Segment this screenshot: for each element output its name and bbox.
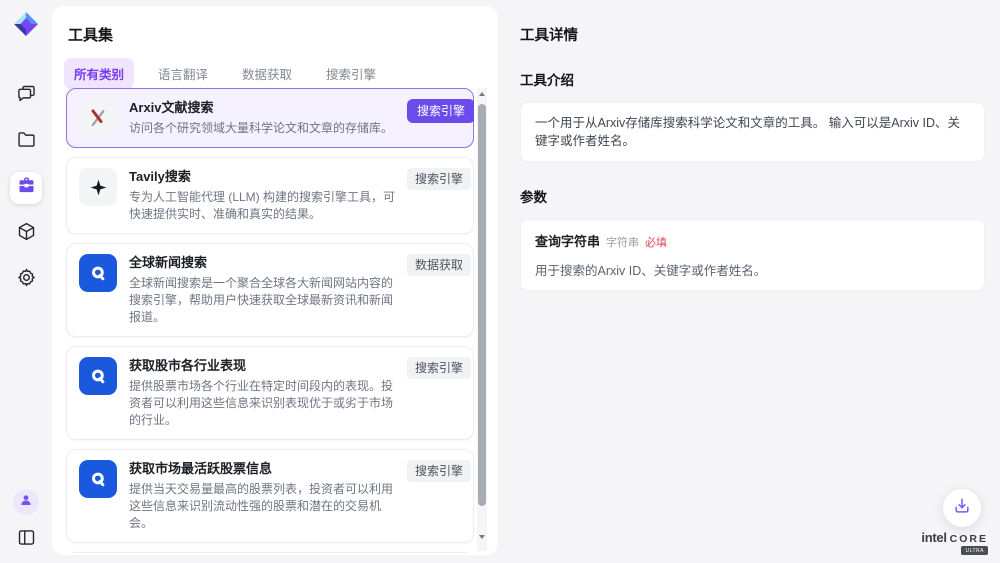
- tab-all[interactable]: 所有类别: [64, 58, 134, 89]
- tool-list: Arxiv文献搜索 访问各个研究领域大量科学论文和文章的存储库。 搜索引擎 已授…: [66, 88, 474, 553]
- news-search-icon: [79, 460, 117, 498]
- scrollbar-thumb[interactable]: [478, 104, 486, 506]
- download-icon: [952, 496, 972, 521]
- sidebar-bottom: [13, 489, 39, 553]
- param-description: 用于搜索的Arxiv ID、关键字或作者姓名。: [535, 260, 970, 279]
- panel-title: 工具集: [68, 24, 113, 45]
- tool-card[interactable]: 全球新闻搜索 全球新闻搜索是一个聚合全球各大新闻网站内容的搜索引擎，帮助用户快速…: [66, 243, 474, 337]
- tool-card[interactable]: 获取市场最活跃股票信息 提供当天交易量最高的股票列表，投资者可以利用这些信息来识…: [66, 449, 474, 543]
- sidebar-item-files[interactable]: [10, 126, 42, 158]
- download-button[interactable]: [943, 489, 981, 527]
- toolbox-icon: [16, 175, 37, 201]
- tool-description: 访问各个研究领域大量科学论文和文章的存储库。: [129, 120, 395, 137]
- tool-card[interactable]: 获取股市各行业表现 提供股票市场各个行业在特定时间段内的表现。投资者可以利用这些…: [66, 346, 474, 440]
- sidebar-nav: [10, 80, 42, 296]
- tool-name: 获取市场最活跃股票信息: [129, 460, 395, 478]
- folder-icon: [16, 129, 37, 155]
- scroll-down-button[interactable]: [477, 531, 487, 543]
- user-icon: [18, 492, 34, 513]
- tool-description: 专为人工智能代理 (LLM) 构建的搜索引擎工具，可快速提供实时、准确和真实的结…: [129, 189, 395, 223]
- news-search-icon: [79, 357, 117, 395]
- tool-category-badge: 搜索引擎: [407, 99, 474, 123]
- tool-name: 获取股市各行业表现: [129, 357, 395, 375]
- tool-card[interactable]: Tavily搜索 专为人工智能代理 (LLM) 构建的搜索引擎工具，可快速提供实…: [66, 157, 474, 234]
- sidebar: [0, 0, 52, 563]
- tool-list-panel: 工具集 所有类别语言翻译数据获取搜索引擎 Arxiv文献搜索 访问各个研究领域大…: [52, 6, 498, 555]
- tool-category-badge: 搜索引擎: [407, 357, 471, 379]
- core-wordmark: core: [950, 533, 988, 545]
- scrollbar[interactable]: [477, 88, 487, 551]
- sparkle-icon: [79, 168, 117, 206]
- category-tabs: 所有类别语言翻译数据获取搜索引擎: [64, 58, 386, 89]
- app-logo-icon: [12, 10, 40, 38]
- cube-icon: [16, 221, 37, 247]
- user-avatar[interactable]: [13, 489, 39, 515]
- triangle-up-icon: [479, 92, 485, 96]
- sidebar-item-tools[interactable]: [10, 172, 42, 204]
- tool-category-badge: 搜索引擎: [407, 460, 471, 482]
- tool-card[interactable]: Arxiv文献搜索 访问各个研究领域大量科学论文和文章的存储库。 搜索引擎 已授…: [66, 88, 474, 148]
- intel-wordmark: intel: [921, 530, 946, 545]
- panel-layout-icon: [16, 527, 37, 553]
- tab-translate[interactable]: 语言翻译: [148, 58, 218, 89]
- tool-name: Arxiv文献搜索: [129, 99, 395, 117]
- chat-icon: [16, 83, 37, 109]
- tool-category-badge: 搜索引擎: [407, 168, 471, 190]
- arxiv-icon: [79, 99, 117, 137]
- params-heading: 参数: [520, 186, 985, 206]
- tab-search[interactable]: 搜索引擎: [316, 58, 386, 89]
- intro-heading: 工具介绍: [520, 69, 985, 89]
- tool-description: 提供股票市场各个行业在特定时间段内的表现。投资者可以利用这些信息来识别表现优于或…: [129, 378, 395, 429]
- triangle-down-icon: [479, 535, 485, 539]
- news-search-icon: [79, 254, 117, 292]
- intro-text: 一个用于从Arxiv存储库搜索科学论文和文章的工具。 输入可以是Arxiv ID…: [535, 114, 970, 150]
- param-name: 查询字符串: [535, 234, 600, 249]
- param-card: 查询字符串字符串必填 用于搜索的Arxiv ID、关键字或作者姓名。: [520, 219, 985, 291]
- gear-icon: [16, 267, 37, 293]
- intro-card: 一个用于从Arxiv存储库搜索科学论文和文章的工具。 输入可以是Arxiv ID…: [520, 102, 985, 162]
- tool-name: Tavily搜索: [129, 168, 395, 186]
- tab-data[interactable]: 数据获取: [232, 58, 302, 89]
- tool-category-badge: 数据获取: [407, 254, 471, 276]
- detail-title: 工具详情: [520, 24, 985, 45]
- tool-description: 全球新闻搜索是一个聚合全球各大新闻网站内容的搜索引擎，帮助用户快速获取全球最新资…: [129, 275, 395, 326]
- ultra-badge: ULTRA: [961, 546, 988, 555]
- tool-description: 提供当天交易量最高的股票列表，投资者可以利用这些信息来识别流动性强的股票和潜在的…: [129, 481, 395, 532]
- sidebar-item-chat[interactable]: [10, 80, 42, 112]
- param-type: 字符串: [606, 237, 639, 249]
- sidebar-item-settings[interactable]: [10, 264, 42, 296]
- scroll-up-button[interactable]: [477, 88, 487, 100]
- tool-name: 全球新闻搜索: [129, 254, 395, 272]
- param-required-flag: 必填: [645, 237, 667, 249]
- toggle-panel-button[interactable]: [13, 527, 39, 553]
- tool-detail-panel: 工具详情 工具介绍 一个用于从Arxiv存储库搜索科学论文和文章的工具。 输入可…: [498, 0, 1000, 563]
- tool-card[interactable]: 万维地区新闻查询 查询具体行政区划内的新闻，快速了解各地新闻动 搜索引擎 未授权: [66, 552, 474, 553]
- intel-core-logo: intel core ULTRA: [921, 530, 988, 555]
- sidebar-item-packages[interactable]: [10, 218, 42, 250]
